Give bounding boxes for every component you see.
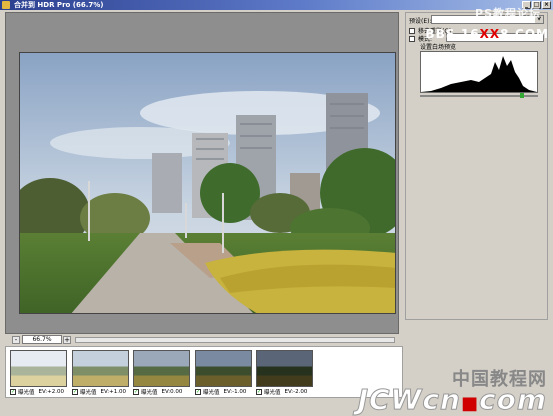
title-bar: 合并到 HDR Pro (66.7%) _ □ × bbox=[0, 0, 553, 10]
thumbnail-image bbox=[195, 350, 252, 387]
thumbnail-ev-plus-2[interactable]: ✓ 曝光值 EV:+2.00 bbox=[10, 350, 67, 397]
zoom-field[interactable]: 66.7% bbox=[22, 335, 62, 344]
watermark-logo-suffix: com bbox=[478, 383, 547, 416]
close-button[interactable]: × bbox=[542, 1, 551, 9]
slider-handle[interactable] bbox=[520, 93, 524, 98]
zoom-out-button[interactable]: - bbox=[12, 336, 20, 344]
thumbnail-ev-minus-1[interactable]: ✓ 曝光值 EV:-1.00 bbox=[195, 350, 252, 397]
watermark-site-suffix: 8.COM bbox=[500, 27, 549, 41]
thumbnail-label: 曝光值 bbox=[141, 390, 158, 396]
watermark-site-x: XX bbox=[479, 27, 501, 41]
thumbnail-label: 曝光值 bbox=[264, 390, 281, 396]
thumbnail-ev-minus-2[interactable]: ✓ 曝光值 EV:-2.00 bbox=[256, 350, 313, 397]
thumbnail-ev-plus-1[interactable]: ✓ 曝光值 EV:+1.00 bbox=[72, 350, 129, 397]
white-point-slider[interactable] bbox=[420, 93, 538, 98]
histogram-label: 设置白场预览 bbox=[420, 44, 457, 51]
preview-photo bbox=[20, 53, 395, 313]
thumbnail-ev: EV:-1.00 bbox=[223, 389, 247, 395]
thumbnail-ev: EV:+2.00 bbox=[38, 389, 65, 395]
thumbnail-checkbox[interactable]: ✓ bbox=[72, 389, 78, 395]
thumbnail-ev-0[interactable]: ✓ 曝光值 EV:0.00 bbox=[133, 350, 190, 397]
thumbnail-checkbox[interactable]: ✓ bbox=[195, 389, 201, 395]
histogram-graph bbox=[421, 56, 537, 92]
thumbnail-ev: EV:+1.00 bbox=[100, 389, 127, 395]
thumbnail-checkbox[interactable]: ✓ bbox=[133, 389, 139, 395]
thumbnail-label: 曝光值 bbox=[80, 390, 97, 396]
zoom-bar: - 66.7% + bbox=[5, 335, 399, 345]
watermark-site: BBS.16XX8.COM bbox=[425, 27, 549, 41]
source-filmstrip: ✓ 曝光值 EV:+2.00 ✓ 曝光值 EV:+1.00 ✓ 曝光值 EV:0.00 ✓ 曝… bbox=[5, 346, 403, 398]
watermark-logo-dot: ■ bbox=[460, 393, 479, 414]
remove-ghosts-checkbox[interactable] bbox=[409, 27, 415, 34]
preset-label: 预设(E): bbox=[409, 18, 432, 25]
watermark-logo: JCWcn■com bbox=[357, 383, 547, 416]
thumbnail-image bbox=[133, 350, 190, 387]
thumbnail-checkbox[interactable]: ✓ bbox=[10, 389, 16, 395]
thumbnail-image bbox=[256, 350, 313, 387]
preview-area[interactable] bbox=[5, 12, 399, 334]
watermark-logo-prefix: JCWcn bbox=[357, 383, 461, 416]
zoom-in-button[interactable]: + bbox=[63, 336, 71, 344]
app-icon bbox=[2, 1, 10, 9]
thumbnail-ev: EV:0.00 bbox=[161, 389, 183, 395]
thumbnail-image bbox=[72, 350, 129, 387]
window-title: 合并到 HDR Pro (66.7%) bbox=[14, 1, 104, 9]
thumbnail-checkbox[interactable]: ✓ bbox=[256, 389, 262, 395]
thumbnail-ev: EV:-2.00 bbox=[284, 389, 308, 395]
watermark-forum: PS教程论坛 bbox=[475, 7, 541, 20]
histogram bbox=[420, 51, 538, 93]
preview-image bbox=[19, 52, 396, 314]
horizontal-scrollbar[interactable] bbox=[75, 337, 395, 343]
watermark-site-prefix: BBS.16 bbox=[425, 27, 480, 41]
thumbnail-label: 曝光值 bbox=[203, 390, 220, 396]
thumbnail-image bbox=[10, 350, 67, 387]
thumbnail-label: 曝光值 bbox=[18, 390, 35, 396]
mode-checkbox[interactable] bbox=[409, 35, 415, 42]
settings-panel: 预设(E): ▼ 移去重影(G) 模式: 设置白场预览 bbox=[405, 12, 548, 320]
